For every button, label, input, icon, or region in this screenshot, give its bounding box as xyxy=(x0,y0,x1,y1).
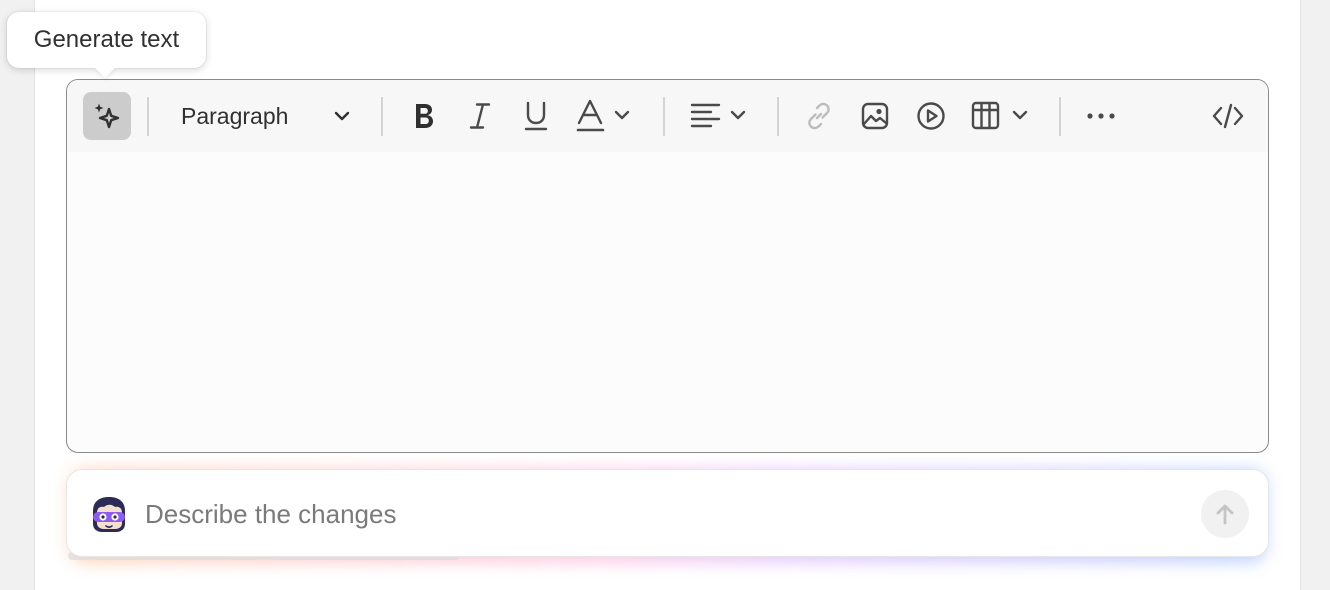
table-icon xyxy=(971,101,1028,130)
toolbar-divider xyxy=(663,97,665,136)
play-circle-icon xyxy=(917,102,945,130)
insert-video-button[interactable] xyxy=(913,98,949,134)
tooltip-label: Generate text xyxy=(33,26,180,53)
text-color-button[interactable] xyxy=(575,98,635,134)
more-horizontal-icon xyxy=(1087,113,1115,119)
arrow-up-icon xyxy=(1216,504,1234,525)
block-format-label: Paragraph xyxy=(181,102,289,129)
insert-table-button[interactable] xyxy=(969,98,1033,134)
ai-prompt-input[interactable] xyxy=(145,488,1185,540)
bold-button[interactable] xyxy=(407,98,441,134)
toolbar-divider xyxy=(147,97,149,136)
insert-image-button[interactable] xyxy=(857,98,893,134)
text-align-button[interactable] xyxy=(689,98,751,134)
toolbar-divider xyxy=(381,97,383,136)
ai-prompt-bar xyxy=(66,469,1269,557)
generate-text-button[interactable] xyxy=(83,92,131,140)
image-icon xyxy=(861,102,889,130)
chevron-down-icon xyxy=(333,107,351,125)
bold-icon xyxy=(416,104,433,128)
editor-toolbar: Paragraph xyxy=(67,80,1268,152)
underline-button[interactable] xyxy=(519,98,553,134)
editor-content-area[interactable] xyxy=(67,152,1268,452)
code-icon xyxy=(1212,103,1244,129)
generate-text-tooltip: Generate text xyxy=(7,12,206,68)
more-options-button[interactable] xyxy=(1083,98,1119,134)
assistant-avatar-icon xyxy=(88,493,130,535)
link-icon xyxy=(808,102,830,130)
sparkle-icon xyxy=(94,103,120,129)
rich-text-editor: Paragraph xyxy=(66,79,1269,453)
send-button[interactable] xyxy=(1201,490,1249,538)
italic-button[interactable] xyxy=(463,98,497,134)
block-format-select[interactable]: Paragraph xyxy=(165,94,365,138)
toolbar-divider xyxy=(777,97,779,136)
underline-icon xyxy=(524,101,548,131)
link-button[interactable] xyxy=(801,98,837,134)
align-left-icon xyxy=(690,103,746,128)
toolbar-divider xyxy=(1059,97,1061,136)
italic-icon xyxy=(469,103,491,129)
show-html-button[interactable] xyxy=(1209,98,1247,134)
text-color-icon xyxy=(576,99,630,132)
